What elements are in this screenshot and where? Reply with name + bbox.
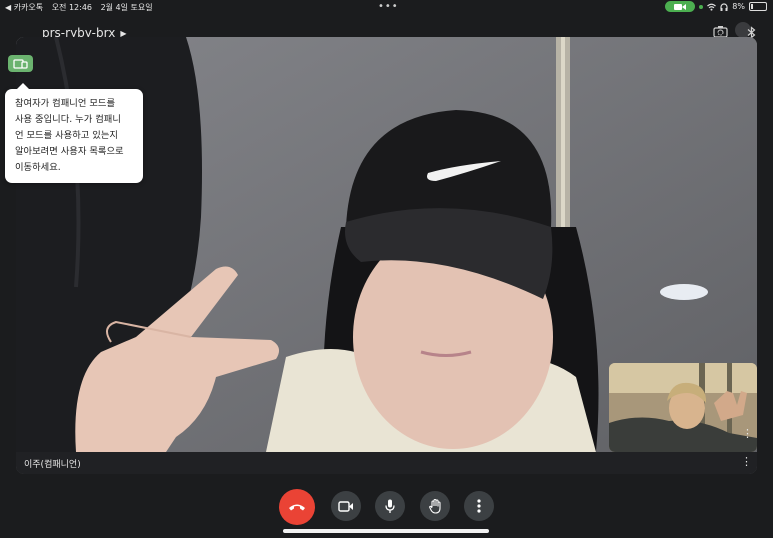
- end-call-icon: [289, 504, 305, 511]
- mic-toggle-button[interactable]: [375, 491, 405, 521]
- participant-name-label: 이주(컴패니언): [24, 460, 81, 470]
- raise-hand-button[interactable]: [420, 491, 450, 521]
- call-control-bar: [0, 489, 773, 525]
- back-to-app-link[interactable]: ◀ 카카오톡: [5, 3, 43, 12]
- tooltip-line-2: 사용 중입니다. 누가 컴패니: [15, 114, 121, 125]
- self-view-video: [609, 363, 757, 452]
- mic-in-use-dot: [699, 4, 704, 9]
- multitask-dots-icon[interactable]: •••: [378, 1, 399, 12]
- companion-mode-tooltip: 참여자가 컴패니언 모드를 사용 중입니다. 누가 컴패니 언 모드를 사용하고…: [5, 83, 143, 183]
- companion-mode-button[interactable]: [8, 55, 33, 72]
- more-options-icon: [477, 499, 481, 513]
- battery-icon: [749, 2, 767, 11]
- tooltip-line-1: 참여자가 컴패니언 모드를: [15, 98, 115, 109]
- raise-hand-icon: [428, 498, 441, 514]
- camera-toggle-button[interactable]: [331, 491, 361, 521]
- video-icon: [674, 3, 687, 10]
- wifi-icon: [707, 3, 717, 11]
- home-indicator[interactable]: [283, 529, 489, 533]
- end-call-button[interactable]: [279, 489, 315, 525]
- camera-icon: [338, 500, 353, 512]
- tile-more-options-icon[interactable]: ⋮: [741, 456, 752, 467]
- tooltip-line-5: 이동하세요.: [15, 162, 61, 173]
- status-time: 오전 12:46: [51, 3, 93, 12]
- companion-mode-icon: [13, 58, 28, 69]
- tile-footer-bar: 이주(컴패니언) ⋮: [16, 452, 757, 474]
- tooltip-line-4: 알아보려면 사용자 목록으로: [15, 146, 124, 157]
- self-view-tile[interactable]: ⋮: [609, 363, 757, 452]
- self-view-more-options-icon[interactable]: ⋮: [742, 428, 753, 439]
- tooltip-line-3: 언 모드를 사용하고 있는지: [15, 130, 118, 141]
- battery-percent: 8%: [732, 2, 745, 11]
- headphones-icon: [720, 2, 728, 11]
- mic-icon: [385, 499, 395, 513]
- camera-in-use-pill[interactable]: [665, 1, 696, 12]
- status-bar: ◀ 카카오톡 오전 12:46 2월 4일 토요일 ••• 8%: [0, 0, 773, 14]
- more-options-button[interactable]: [464, 491, 494, 521]
- status-date: 2월 4일 토요일: [100, 3, 153, 12]
